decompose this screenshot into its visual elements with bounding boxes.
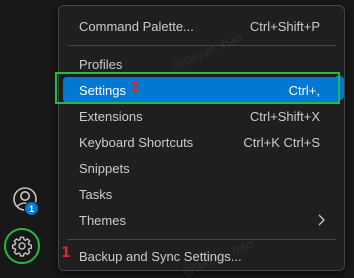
- menu-item-keyboard-shortcuts[interactable]: Keyboard Shortcuts Ctrl+K Ctrl+S: [63, 129, 340, 155]
- menu-item-label: Backup and Sync Settings...: [79, 248, 242, 264]
- manage-menu: Command Palette... Ctrl+Shift+P Profiles…: [58, 5, 345, 271]
- menu-item-profiles[interactable]: Profiles: [63, 51, 340, 77]
- menu-item-label: Extensions: [79, 108, 143, 124]
- gear-icon: [11, 236, 33, 257]
- active-item-edge: [336, 76, 344, 100]
- menu-item-label: Tasks: [79, 186, 113, 202]
- menu-item-label: Command Palette...: [79, 18, 194, 34]
- menu-item-label: Settings: [79, 82, 126, 98]
- menu-item-settings[interactable]: Settings Ctrl+,: [63, 77, 340, 103]
- menu-separator: [67, 45, 336, 46]
- activity-bar: 1: [0, 0, 50, 274]
- menu-item-command-palette[interactable]: Command Palette... Ctrl+Shift+P: [63, 13, 340, 39]
- menu-item-label: Snippets: [79, 160, 130, 176]
- menu-item-label: Keyboard Shortcuts: [79, 134, 194, 150]
- menu-item-themes[interactable]: Themes: [63, 207, 340, 233]
- manage-button[interactable]: [4, 228, 40, 264]
- menu-item-extensions[interactable]: Extensions Ctrl+Shift+X: [63, 103, 340, 129]
- annotation-step-1: 1: [61, 245, 71, 261]
- chevron-right-icon: [318, 214, 325, 226]
- menu-item-shortcut: Ctrl+Shift+X: [249, 108, 320, 124]
- menu-item-label: Profiles: [79, 56, 123, 72]
- menu-item-backup-sync[interactable]: Backup and Sync Settings...: [63, 243, 340, 269]
- menu-item-label: Themes: [79, 212, 126, 228]
- menu-item-tasks[interactable]: Tasks: [63, 181, 340, 207]
- menu-item-snippets[interactable]: Snippets: [63, 155, 340, 181]
- menu-separator: [67, 239, 336, 240]
- menu-item-shortcut: Ctrl+,: [288, 82, 320, 98]
- menu-item-shortcut: Ctrl+Shift+P: [249, 18, 320, 34]
- account-badge: 1: [24, 201, 39, 216]
- menu-item-shortcut: Ctrl+K Ctrl+S: [243, 134, 320, 150]
- annotation-step-2: 2: [130, 80, 140, 96]
